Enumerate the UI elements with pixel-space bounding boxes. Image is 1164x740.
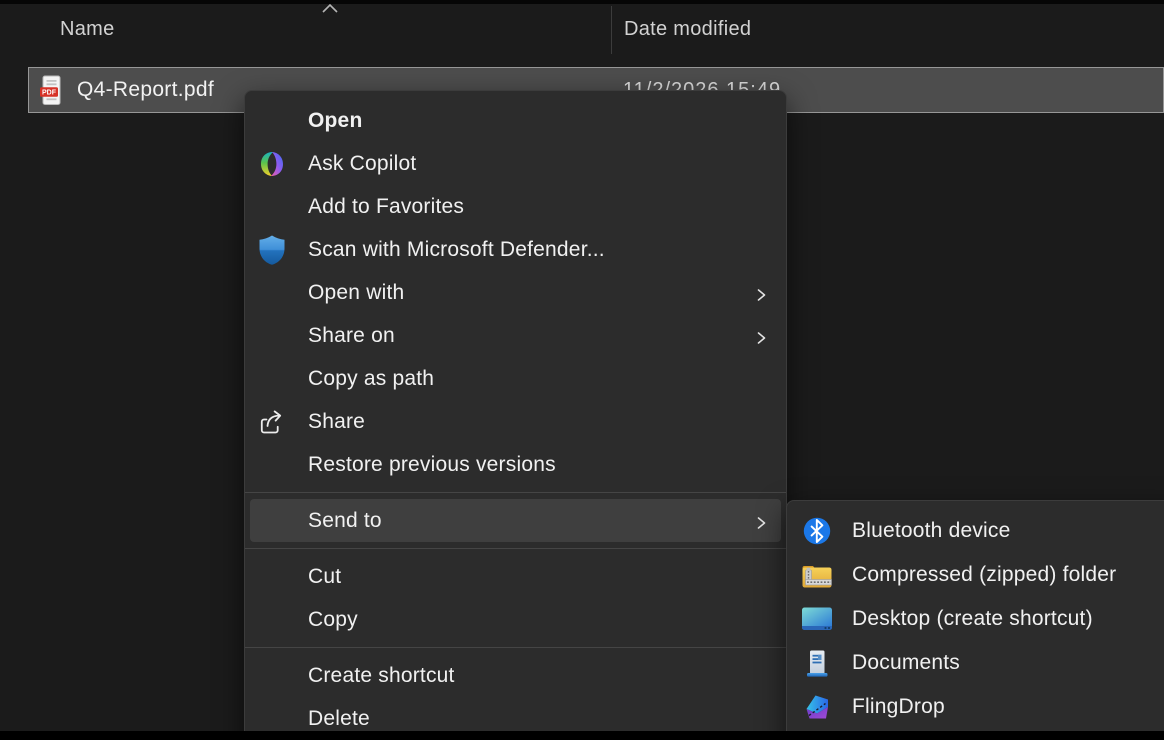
empty-icon-slot [256, 561, 288, 593]
column-header-row: Name Date modified [0, 4, 1164, 66]
menu-item-open[interactable]: Open [250, 99, 781, 142]
menu-item-restore-previous-versions[interactable]: Restore previous versions [250, 443, 781, 486]
share-icon [256, 406, 288, 438]
menu-separator [245, 647, 786, 648]
empty-icon-slot [256, 505, 288, 537]
menu-item-share-on[interactable]: Share on [250, 314, 781, 357]
zipped-folder-icon [801, 559, 833, 591]
menu-item-share[interactable]: Share [250, 400, 781, 443]
submenu-item-desktop-create-shortcut[interactable]: Desktop (create shortcut) [791, 597, 1164, 641]
menu-item-create-shortcut[interactable]: Create shortcut [250, 654, 781, 697]
chevron-right-icon [754, 285, 768, 301]
menu-item-open-with[interactable]: Open with [250, 271, 781, 314]
empty-icon-slot [256, 277, 288, 309]
menu-item-copy-as-path[interactable]: Copy as path [250, 357, 781, 400]
desktop-icon [801, 603, 833, 635]
pdf-file-icon: PDF [39, 75, 63, 106]
menu-separator [245, 492, 786, 493]
chevron-right-icon [754, 513, 768, 529]
empty-icon-slot [256, 703, 288, 735]
bottom-edge [0, 731, 1164, 740]
empty-icon-slot [256, 604, 288, 636]
submenu-item-bluetooth-device[interactable]: Bluetooth device [791, 509, 1164, 553]
file-explorer-screen: Name Date modified PDF Q4-Report.pdf 11/… [0, 0, 1164, 740]
bluetooth-icon [801, 515, 833, 547]
svg-text:PDF: PDF [42, 89, 57, 96]
empty-icon-slot [256, 363, 288, 395]
menu-item-ask-copilot[interactable]: Ask Copilot [250, 142, 781, 185]
empty-icon-slot [256, 320, 288, 352]
file-name: Q4-Report.pdf [77, 78, 214, 102]
menu-item-copy[interactable]: Copy [250, 598, 781, 641]
empty-icon-slot [256, 191, 288, 223]
top-edge [0, 0, 1164, 4]
empty-icon-slot [256, 660, 288, 692]
menu-item-add-to-favorites[interactable]: Add to Favorites [250, 185, 781, 228]
column-header-name[interactable]: Name [60, 18, 115, 41]
column-header-date-modified[interactable]: Date modified [624, 18, 751, 41]
documents-icon [801, 647, 833, 679]
column-divider[interactable] [611, 6, 612, 54]
empty-icon-slot [256, 449, 288, 481]
menu-item-send-to[interactable]: Send to [250, 499, 781, 542]
flingdrop-icon [801, 691, 833, 723]
context-menu: Open Ask Copilot [244, 90, 787, 740]
submenu-item-documents[interactable]: Documents [791, 641, 1164, 685]
submenu-item-flingdrop[interactable]: FlingDrop [791, 685, 1164, 729]
send-to-submenu: Bluetooth device [786, 500, 1164, 740]
menu-item-scan-with-defender[interactable]: Scan with Microsoft Defender... [250, 228, 781, 271]
menu-separator [245, 548, 786, 549]
menu-item-cut[interactable]: Cut [250, 555, 781, 598]
chevron-right-icon [754, 328, 768, 344]
empty-icon-slot [256, 105, 288, 137]
defender-shield-icon [256, 234, 288, 266]
copilot-icon [256, 148, 288, 180]
submenu-item-compressed-zipped-folder[interactable]: Compressed (zipped) folder [791, 553, 1164, 597]
